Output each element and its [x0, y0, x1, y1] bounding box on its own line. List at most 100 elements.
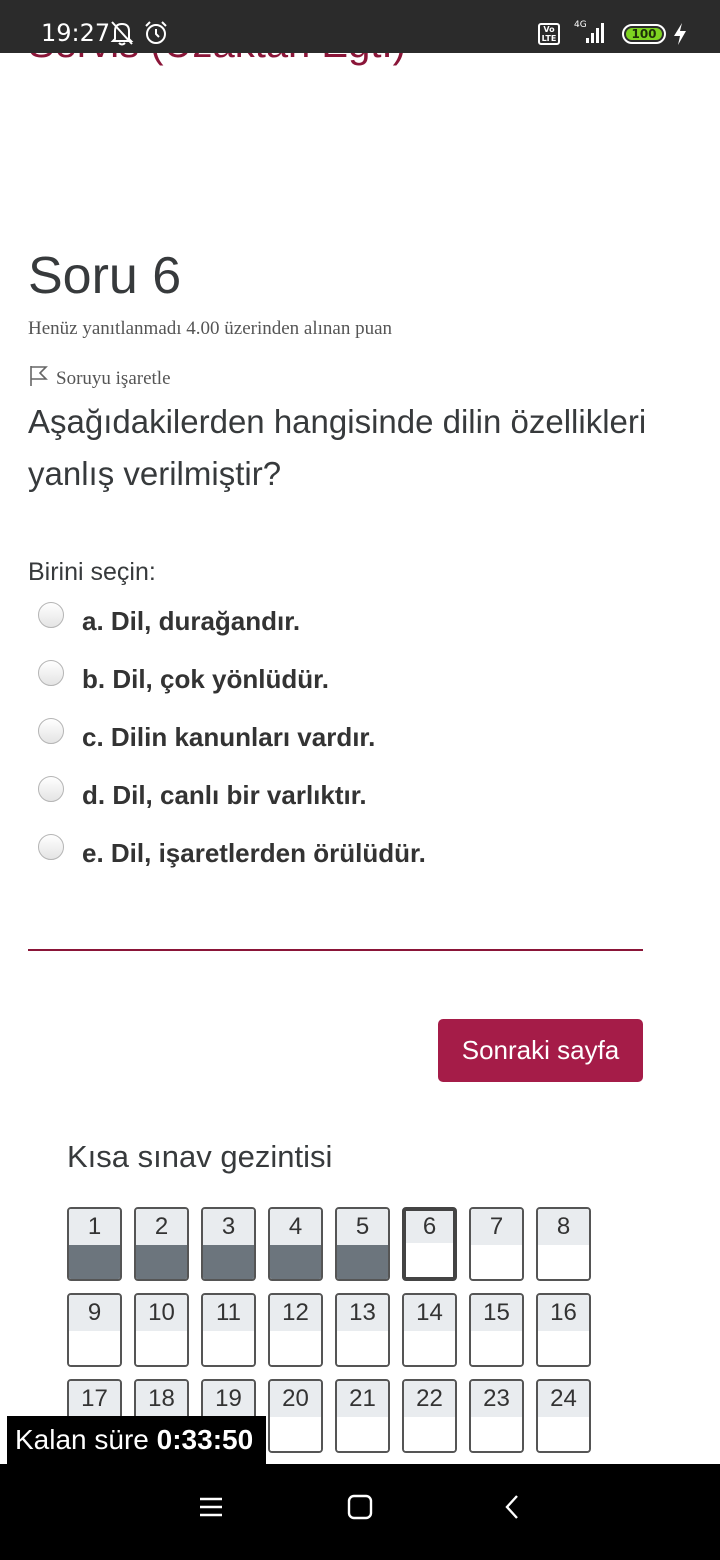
- quiz-nav-state: [337, 1331, 388, 1365]
- quiz-nav-button[interactable]: 3: [201, 1207, 256, 1281]
- signal-icon: 4G: [572, 18, 612, 51]
- system-navigation-bar: [0, 1464, 720, 1560]
- network-type: 4G: [574, 20, 587, 30]
- status-time: 19:27: [41, 19, 111, 47]
- quiz-nav-state: [136, 1331, 187, 1365]
- quiz-nav-button[interactable]: 13: [335, 1293, 390, 1367]
- quiz-nav-button[interactable]: 7: [469, 1207, 524, 1281]
- quiz-nav-state: [471, 1245, 522, 1279]
- alarm-icon: [143, 20, 169, 51]
- answer-option-d[interactable]: d. Dil, canlı bir varlıktır.: [38, 774, 367, 832]
- answer-prompt: Birini seçin:: [28, 558, 156, 586]
- quiz-nav-state: [471, 1417, 522, 1451]
- answer-label[interactable]: b. Dil, çok yönlüdür.: [82, 664, 329, 695]
- quiz-nav-number: 15: [471, 1295, 522, 1331]
- timer-label: Kalan süre: [15, 1424, 149, 1455]
- quiz-nav-number: 24: [538, 1381, 589, 1417]
- quiz-nav-button[interactable]: 6: [402, 1207, 457, 1281]
- radio-button[interactable]: [38, 776, 64, 802]
- quiz-nav-button[interactable]: 8: [536, 1207, 591, 1281]
- quiz-nav-number: 8: [538, 1209, 589, 1245]
- time-remaining: Kalan süre 0:33:50: [7, 1416, 266, 1464]
- flag-label: Soruyu işaretle: [56, 368, 171, 389]
- quiz-navigation-row: 12345678: [67, 1207, 607, 1281]
- quiz-nav-number: 6: [406, 1211, 453, 1243]
- quiz-nav-button[interactable]: 21: [335, 1379, 390, 1453]
- quiz-nav-button[interactable]: 10: [134, 1293, 189, 1367]
- quiz-nav-button[interactable]: 5: [335, 1207, 390, 1281]
- quiz-nav-button[interactable]: 22: [402, 1379, 457, 1453]
- charging-icon: [672, 22, 688, 51]
- answer-option-a[interactable]: a. Dil, durağandır.: [38, 600, 300, 658]
- quiz-nav-button[interactable]: 9: [67, 1293, 122, 1367]
- quiz-nav-state: [404, 1331, 455, 1365]
- quiz-nav-state: [337, 1417, 388, 1451]
- battery-icon: 100: [622, 24, 666, 44]
- quiz-nav-state: [270, 1417, 321, 1451]
- quiz-nav-number: 17: [69, 1381, 120, 1417]
- quiz-navigation-title: Kısa sınav gezintisi: [67, 1139, 333, 1174]
- radio-button[interactable]: [38, 718, 64, 744]
- quiz-nav-number: 7: [471, 1209, 522, 1245]
- quiz-nav-state: [203, 1331, 254, 1365]
- quiz-nav-number: 14: [404, 1295, 455, 1331]
- quiz-nav-state: [337, 1245, 388, 1279]
- quiz-nav-state: [538, 1417, 589, 1451]
- quiz-nav-number: 19: [203, 1381, 254, 1417]
- question-status: Henüz yanıtlanmadı 4.00 üzerinden alınan…: [28, 318, 393, 339]
- quiz-nav-number: 21: [337, 1381, 388, 1417]
- answer-option-c[interactable]: c. Dilin kanunları vardır.: [38, 716, 375, 774]
- question-title: Soru 6: [28, 247, 182, 305]
- quiz-nav-button[interactable]: 1: [67, 1207, 122, 1281]
- quiz-nav-number: 9: [69, 1295, 120, 1331]
- quiz-nav-number: 10: [136, 1295, 187, 1331]
- quiz-nav-button[interactable]: 2: [134, 1207, 189, 1281]
- quiz-nav-button[interactable]: 23: [469, 1379, 524, 1453]
- quiz-nav-state: [538, 1331, 589, 1365]
- radio-button[interactable]: [38, 834, 64, 860]
- answer-label[interactable]: a. Dil, durağandır.: [82, 606, 300, 637]
- answer-label[interactable]: e. Dil, işaretlerden örülüdür.: [82, 838, 426, 869]
- answer-label[interactable]: d. Dil, canlı bir varlıktır.: [82, 780, 367, 811]
- quiz-nav-button[interactable]: 14: [402, 1293, 457, 1367]
- quiz-nav-button[interactable]: 4: [268, 1207, 323, 1281]
- flag-question-button[interactable]: Soruyu işaretle: [28, 365, 171, 393]
- quiz-nav-number: 11: [203, 1295, 254, 1331]
- menu-icon[interactable]: [198, 1494, 224, 1525]
- back-icon[interactable]: [500, 1494, 526, 1525]
- quiz-nav-state: [136, 1245, 187, 1279]
- answer-list: a. Dil, durağandır. b. Dil, çok yönlüdür…: [38, 600, 426, 890]
- quiz-nav-number: 16: [538, 1295, 589, 1331]
- quiz-nav-button[interactable]: 11: [201, 1293, 256, 1367]
- quiz-nav-number: 4: [270, 1209, 321, 1245]
- quiz-nav-number: 12: [270, 1295, 321, 1331]
- quiz-nav-number: 5: [337, 1209, 388, 1245]
- quiz-nav-state: [538, 1245, 589, 1279]
- radio-button[interactable]: [38, 602, 64, 628]
- quiz-nav-number: 20: [270, 1381, 321, 1417]
- quiz-nav-button[interactable]: 24: [536, 1379, 591, 1453]
- quiz-nav-button[interactable]: 20: [268, 1379, 323, 1453]
- quiz-nav-state: [406, 1243, 453, 1277]
- quiz-nav-button[interactable]: 12: [268, 1293, 323, 1367]
- quiz-nav-state: [69, 1245, 120, 1279]
- status-bar: 19:27 Vo LTE 4G 100: [0, 0, 720, 53]
- quiz-nav-state: [69, 1331, 120, 1365]
- divider: [28, 949, 643, 951]
- quiz-nav-number: 23: [471, 1381, 522, 1417]
- flag-icon: [28, 365, 48, 393]
- answer-option-b[interactable]: b. Dil, çok yönlüdür.: [38, 658, 329, 716]
- home-icon[interactable]: [347, 1494, 373, 1525]
- quiz-nav-number: 13: [337, 1295, 388, 1331]
- quiz-nav-number: 2: [136, 1209, 187, 1245]
- answer-label[interactable]: c. Dilin kanunları vardır.: [82, 722, 375, 753]
- quiz-nav-state: [270, 1245, 321, 1279]
- timer-value: 0:33:50: [156, 1424, 254, 1455]
- battery-level: 100: [626, 28, 662, 41]
- next-page-button[interactable]: Sonraki sayfa: [438, 1019, 643, 1082]
- radio-button[interactable]: [38, 660, 64, 686]
- quiz-nav-button[interactable]: 16: [536, 1293, 591, 1367]
- answer-option-e[interactable]: e. Dil, işaretlerden örülüdür.: [38, 832, 426, 890]
- quiz-nav-button[interactable]: 15: [469, 1293, 524, 1367]
- quiz-navigation-row: 9 10 11 12 13 14 15 16: [67, 1293, 607, 1367]
